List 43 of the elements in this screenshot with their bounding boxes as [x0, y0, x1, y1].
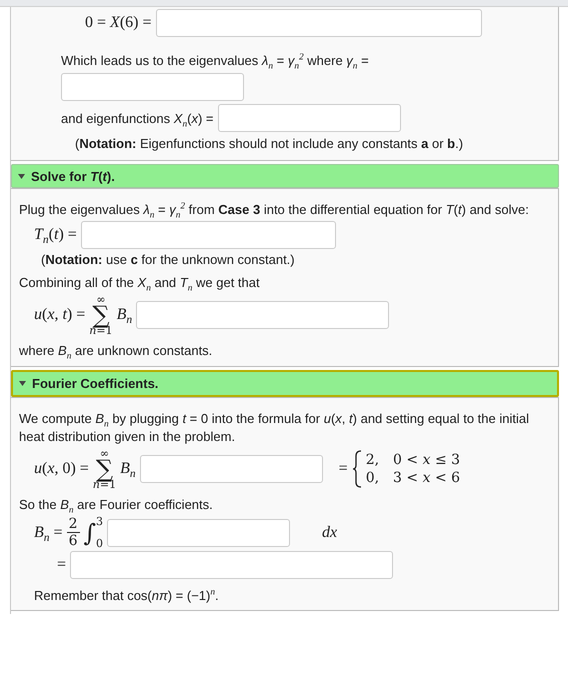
- equation-label: u(x, t) =: [34, 306, 86, 324]
- case-value: 2,: [366, 451, 380, 469]
- paragraph-text: Remember that cos(nπ) = (−1)$^{n}$.: [33, 587, 220, 604]
- equation-label: 0 = X(6) =: [85, 14, 152, 32]
- equation-term: B$_{n}$: [116, 306, 132, 324]
- answer-field[interactable]: [218, 104, 400, 132]
- paragraph-text: Plug the eigenvalues λ$_{n}$ = γ$_{n}$$^{2}$ from Case 3 into the differential equation for T(t) and solve:: [19, 201, 530, 219]
- sum-upper-limit: ∞: [96, 294, 106, 305]
- paragraph-text: Combining all of the X$_{n}$ and T$_{n}$ we get that: [19, 274, 261, 292]
- case-condition: 3 < x < 6: [393, 469, 460, 487]
- paragraph-text: We compute B$_{n}$ by plugging t = 0 into the formula for u(x, t) and setting equal to the initial heat distribution given in the problem.: [19, 410, 530, 446]
- integral-upper-limit: 3: [96, 516, 104, 527]
- brace-drawing: [352, 450, 362, 488]
- notation-note: (Notation: Eigenfunctions should not include any constants a or b.): [74, 135, 464, 152]
- integral-lower-limit: 0: [96, 538, 104, 549]
- caret-icon: [19, 381, 26, 386]
- answer-field[interactable]: [107, 518, 290, 546]
- sum-upper-limit: ∞: [100, 448, 110, 459]
- paragraph-text: where B$_{n}$ are unknown constants.: [19, 342, 214, 360]
- paragraph-text: and eigenfunctions X$_{n}$(x) =: [61, 110, 214, 126]
- answer-field[interactable]: [156, 9, 482, 37]
- caret-icon: [18, 174, 25, 178]
- answer-field[interactable]: [140, 455, 323, 483]
- equation-label: T$_{n}$(t) =: [34, 226, 77, 244]
- paragraph-text: Which leads us to the eigenvalues λ$_{n}$ = γ$_{n}$$^{2}$ where γ$_{n}$ =: [61, 52, 370, 70]
- answer-field[interactable]: [136, 301, 390, 329]
- section-header[interactable]: Solve for T(t).: [11, 164, 559, 188]
- equation-label: =: [57, 556, 66, 574]
- case-value: 0,: [366, 469, 380, 487]
- differential-label: dx: [322, 524, 338, 542]
- answer-field[interactable]: [70, 551, 394, 579]
- equation-label: B$_{n}$ =: [34, 524, 63, 542]
- section-header[interactable]: Fourier Coefficients.: [11, 370, 559, 397]
- fraction-denominator: 6: [68, 533, 78, 549]
- equation-term: B$_{n}$: [120, 460, 136, 478]
- notation-note: (Notation: use c for the unknown constant.): [40, 251, 296, 268]
- fraction-numerator: 2: [66, 516, 80, 533]
- answer-field[interactable]: [80, 221, 336, 249]
- paragraph-text: So the B$_{n}$ are Fourier coefficients.: [19, 496, 214, 514]
- case-condition: 0 < x ≤ 3: [393, 451, 460, 469]
- equals-sign: =: [338, 460, 348, 478]
- equation-label: u(x, 0) =: [34, 460, 89, 478]
- answer-field[interactable]: [61, 73, 244, 101]
